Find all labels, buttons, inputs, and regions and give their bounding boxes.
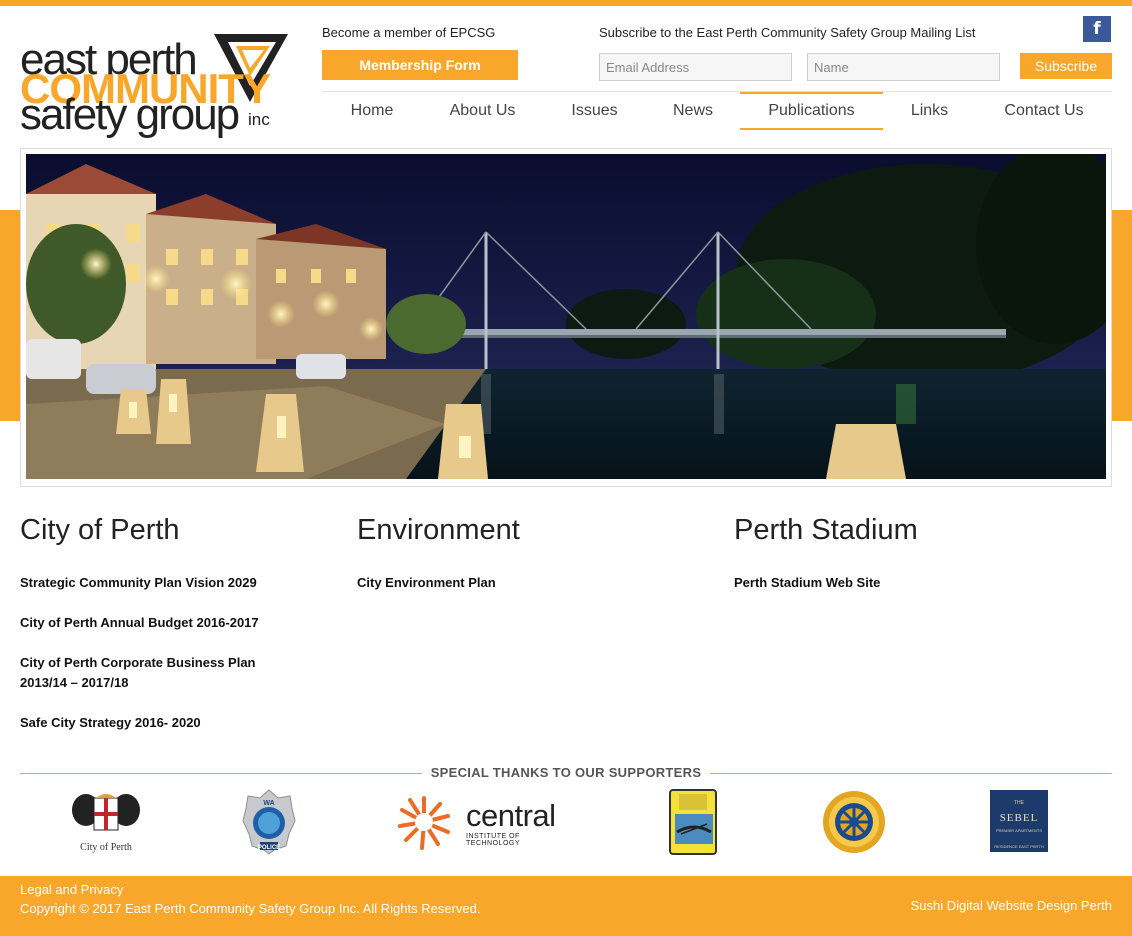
city-of-perth-logo-text: City of Perth <box>80 842 132 853</box>
nav-item-links[interactable]: Links <box>892 92 967 130</box>
wa-police-logo-text-top: WA <box>263 800 274 807</box>
site-logo[interactable]: east perth COMMUNITY safety group inc <box>20 30 288 139</box>
membership-prompt: Become a member of EPCSG <box>322 25 496 40</box>
nav-item-publications[interactable]: Publications <box>740 92 883 130</box>
central-logo-subtext: INSTITUTE OF TECHNOLOGY <box>466 833 521 847</box>
link-annual-budget[interactable]: City of Perth Annual Budget 2016-2017 <box>20 613 320 633</box>
link-safe-city-strategy[interactable]: Safe City Strategy 2016- 2020 <box>20 713 320 733</box>
sebel-logo-subtext: PREMIER APARTMENTS <box>995 828 1043 833</box>
link-city-environment-plan[interactable]: City Environment Plan <box>357 573 687 593</box>
central-logo-text: central <box>466 798 556 833</box>
column-title: Perth Stadium <box>734 514 918 546</box>
name-field[interactable] <box>807 53 1000 81</box>
legal-privacy-link[interactable]: Legal and Privacy <box>20 882 123 897</box>
link-corporate-business-plan[interactable]: City of Perth Corporate Business Plan 20… <box>20 653 285 693</box>
sebel-logo-subtext-2: RESIDENCE EAST PERTH <box>994 844 1044 849</box>
email-field[interactable] <box>599 53 792 81</box>
copyright-text: Copyright © 2017 East Perth Community Sa… <box>20 901 481 916</box>
logo-suffix: inc <box>248 110 270 129</box>
wa-police-logo[interactable]: WA POLICE <box>242 788 296 858</box>
nav-item-issues[interactable]: Issues <box>552 92 637 130</box>
mailing-list-prompt: Subscribe to the East Perth Community Sa… <box>599 25 976 40</box>
sebel-logo-text: SEBEL <box>999 812 1039 824</box>
facebook-icon[interactable]: f <box>1083 16 1111 42</box>
subscribe-button[interactable]: Subscribe <box>1020 53 1112 79</box>
top-accent-stripe <box>0 0 1132 6</box>
city-of-perth-logo[interactable]: City of Perth <box>66 788 146 858</box>
membership-form-button[interactable]: Membership Form <box>322 50 518 80</box>
nav-item-contact-us[interactable]: Contact Us <box>990 92 1098 130</box>
sebel-logo[interactable]: THE SEBEL PREMIER APARTMENTS RESIDENCE E… <box>990 788 1048 858</box>
sebel-logo-text-top: THE <box>1014 800 1024 806</box>
site-footer: Legal and Privacy Copyright © 2017 East … <box>0 876 1132 936</box>
column-perth-stadium: Perth Stadium Perth Stadium Web Site <box>734 514 1064 613</box>
wa-police-logo-text-bottom: POLICE <box>258 845 280 851</box>
rowing-club-logo[interactable] <box>669 788 719 858</box>
column-environment: Environment City Environment Plan <box>357 514 687 613</box>
main-nav: Home About Us Issues News Publications L… <box>322 92 1112 130</box>
nav-item-home[interactable]: Home <box>322 92 422 130</box>
hero-banner-image <box>26 154 1106 479</box>
link-strategic-community-plan[interactable]: Strategic Community Plan Vision 2029 <box>20 573 320 593</box>
link-perth-stadium-web-site[interactable]: Perth Stadium Web Site <box>734 573 1064 593</box>
column-city-of-perth: City of Perth Strategic Community Plan V… <box>20 514 320 753</box>
central-logo[interactable]: central INSTITUTE OF TECHNOLOGY <box>398 788 570 858</box>
column-title: City of Perth <box>20 514 180 546</box>
nav-item-news[interactable]: News <box>652 92 734 130</box>
logo-line-3: safety group <box>20 90 240 139</box>
rotary-logo[interactable] <box>821 788 887 858</box>
column-title: Environment <box>357 514 520 546</box>
supporters-divider-left <box>20 773 422 774</box>
nav-item-about-us[interactable]: About Us <box>434 92 531 130</box>
supporters-divider-right <box>710 773 1112 774</box>
supporters-title: SPECIAL THANKS TO OUR SUPPORTERS <box>430 765 702 780</box>
designer-credit-link[interactable]: Sushi Digital Website Design Perth <box>911 898 1112 913</box>
